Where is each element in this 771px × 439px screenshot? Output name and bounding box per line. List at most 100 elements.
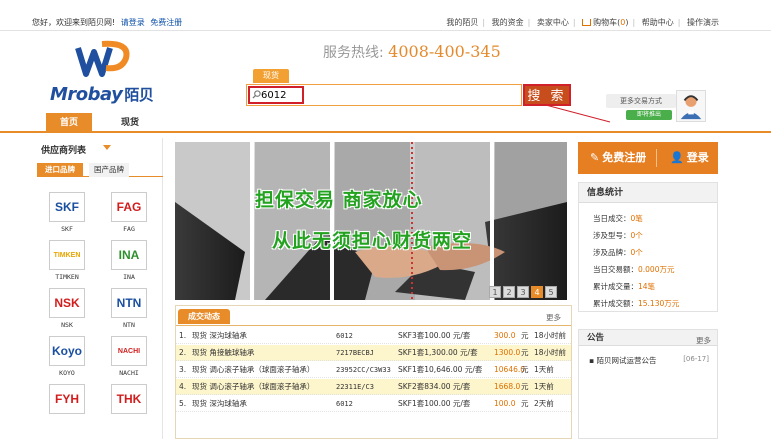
trade-row[interactable]: 1. 现货 深沟球轴承 6012 SKF3套100.00 元/套 300.0 元 18小时前 xyxy=(176,328,571,344)
banner-slogan-1: 担保交易 商家放心 xyxy=(255,189,423,211)
trade-idx: 3. xyxy=(179,365,187,374)
info-stats-title: 信息统计 xyxy=(579,183,717,203)
seller-center-link[interactable]: 卖家中心 xyxy=(537,18,569,27)
banner-page-button[interactable]: 4 xyxy=(531,286,543,298)
banner-page-button[interactable]: 2 xyxy=(503,286,515,298)
logo-text-cn: 陌贝 xyxy=(124,86,154,104)
register-link[interactable]: 免费注册 xyxy=(150,18,182,27)
my-mobay-link[interactable]: 我的陌贝 xyxy=(446,18,478,27)
trade-time: 1天前 xyxy=(534,382,554,391)
trade-time: 2天前 xyxy=(534,399,554,408)
trade-name: 现货 调心滚子轴承（球面滚子轴承） xyxy=(192,382,315,391)
tab-imported-brands[interactable]: 进口品牌 xyxy=(37,163,83,177)
brand-item[interactable]: FYH xyxy=(47,384,87,417)
my-funds-link[interactable]: 我的资金 xyxy=(492,18,524,27)
brand-logo: THK xyxy=(111,384,147,414)
brand-logo: NSK xyxy=(49,288,85,318)
banner-page-button[interactable]: 5 xyxy=(545,286,557,298)
nav-tab-spot[interactable]: 现货 xyxy=(110,113,150,133)
nav-tab-home[interactable]: 首页 xyxy=(46,113,92,133)
more-trade-label: 更多交易方式 xyxy=(606,94,676,108)
trade-row[interactable]: 4. 现货 调心滚子轴承（球面滚子轴承） 22311E/C3 SKF2套834.00 … xyxy=(176,379,571,395)
notice-item[interactable]: ▪ 陌贝网试运营公告 xyxy=(589,355,656,366)
info-stat-row: 当日交易额：0.000万元 xyxy=(593,264,674,275)
search-input[interactable] xyxy=(249,87,517,103)
brand-logo: SKF xyxy=(49,192,85,222)
search-box xyxy=(246,84,522,106)
free-register-label: 免费注册 xyxy=(602,151,647,164)
brand-logo: NTN xyxy=(111,288,147,318)
info-stat-row: 累计成交量：14笔 xyxy=(593,281,655,292)
brand-tabs: 进口品牌 国产品牌 xyxy=(37,163,163,177)
banner-page-button[interactable]: 3 xyxy=(517,286,529,298)
main-nav: 首页 现货 xyxy=(0,113,771,133)
hotline-number: 4008-400-345 xyxy=(388,42,501,61)
trade-model: 22311E/C3 xyxy=(336,383,374,391)
site-logo[interactable]: Mrobay 陌贝 xyxy=(50,40,170,110)
brand-name: NACHI xyxy=(119,369,139,377)
brand-item[interactable]: THK xyxy=(109,384,149,417)
account-buttons: ✎ 免费注册 👤 登录 xyxy=(578,142,718,174)
trade-time: 18小时前 xyxy=(534,331,567,340)
trade-name: 现货 深沟球轴承 xyxy=(192,331,247,340)
brand-item[interactable]: NACHI NACHI xyxy=(109,336,149,377)
welcome-area: 您好，欢迎来到陌贝网! 请登录 免费注册 xyxy=(32,17,182,28)
trade-unit: 元 xyxy=(521,382,529,391)
trade-name: 现货 角接触球轴承 xyxy=(192,348,255,357)
trade-unit: 元 xyxy=(521,399,529,408)
info-stat-value: 14笔 xyxy=(638,282,656,291)
trade-row[interactable]: 3. 现货 调心滚子轴承（球面滚子轴承） 23952CC/C3W33 SKF1套10,… xyxy=(176,362,571,378)
brand-item[interactable]: NTN NTN xyxy=(109,288,149,329)
trade-idx: 1. xyxy=(179,331,187,340)
banner-page-button[interactable]: 1 xyxy=(489,286,501,298)
brand-logo: INA xyxy=(111,240,147,270)
info-stat-label: 涉及型号： xyxy=(593,231,631,240)
trade-name: 现货 调心滚子轴承（球面滚子轴承） xyxy=(192,365,315,374)
cart-count: 0 xyxy=(620,18,626,27)
search-tab-spot[interactable]: 现货 xyxy=(253,69,289,83)
trade-row[interactable]: 2. 现货 角接触球轴承 7217BECBJ SKF1套1,300.00 元/套 130… xyxy=(176,345,571,361)
info-stats-panel: 信息统计 当日成交：0笔 涉及型号：0个 涉及品牌：0个 当日交易额：0.000万元累… xyxy=(578,182,718,312)
brand-item[interactable]: Koyo KOYO xyxy=(47,336,87,377)
notice-header: 公告 更多 xyxy=(579,330,717,346)
service-hotline: 服务热线: 4008-400-345 xyxy=(323,42,501,62)
brand-name: TIMKEN xyxy=(55,273,79,281)
hotline-label: 服务热线: xyxy=(323,45,384,61)
promo-banner[interactable]: 担保交易 商家放心 从此无须担心财货两空 12345 xyxy=(175,142,567,300)
banner-pagination: 12345 xyxy=(489,286,557,298)
trade-model: 23952CC/C3W33 xyxy=(336,366,391,374)
brand-name: NTN xyxy=(123,321,135,329)
info-stat-label: 累计成交额： xyxy=(593,299,638,308)
login-button[interactable]: 👤 登录 xyxy=(670,142,709,174)
trade-row[interactable]: 5. 现货 深沟球轴承 6012 SKF1套100.00 元/套 100.0 元 2天前 xyxy=(176,396,571,412)
brand-item[interactable]: TIMKEN TIMKEN xyxy=(47,240,87,281)
brand-item[interactable]: INA INA xyxy=(109,240,149,281)
tab-domestic-brands[interactable]: 国产品牌 xyxy=(89,163,129,177)
brand-name: INA xyxy=(123,273,135,281)
button-divider xyxy=(656,149,657,167)
trade-activity-title: 成交动态 xyxy=(178,309,230,324)
notice-more-link[interactable]: 更多 xyxy=(696,333,711,349)
search-button[interactable]: 搜 索 xyxy=(523,84,571,106)
login-link[interactable]: 请登录 xyxy=(121,18,145,27)
free-register-button[interactable]: ✎ 免费注册 xyxy=(590,142,646,174)
demo-link[interactable]: 操作演示 xyxy=(687,18,719,27)
brand-item[interactable]: SKF SKF xyxy=(47,192,87,233)
info-stat-value: 15.130万元 xyxy=(638,299,680,308)
info-stat-row: 涉及品牌：0个 xyxy=(593,247,643,258)
brand-item[interactable]: NSK NSK xyxy=(47,288,87,329)
trade-qty: SKF1套1,300.00 元/套 xyxy=(398,348,478,357)
help-center-link[interactable]: 帮助中心 xyxy=(642,18,674,27)
info-stat-label: 当日交易额： xyxy=(593,265,638,274)
trade-unit: 元 xyxy=(521,331,529,340)
supplier-list-title: 供应商列表 xyxy=(41,146,87,156)
brand-logo: Koyo xyxy=(49,336,85,366)
info-stat-label: 累计成交量： xyxy=(593,282,638,291)
cart-link[interactable]: 购物车(0) xyxy=(582,18,629,27)
brand-item[interactable]: FAG FAG xyxy=(109,192,149,233)
trade-idx: 4. xyxy=(179,382,187,391)
handshake-banner-image xyxy=(175,142,567,300)
brand-name: FAG xyxy=(123,225,135,233)
trade-model: 6012 xyxy=(336,332,353,340)
trade-activity-more-link[interactable]: 更多 xyxy=(546,312,561,323)
